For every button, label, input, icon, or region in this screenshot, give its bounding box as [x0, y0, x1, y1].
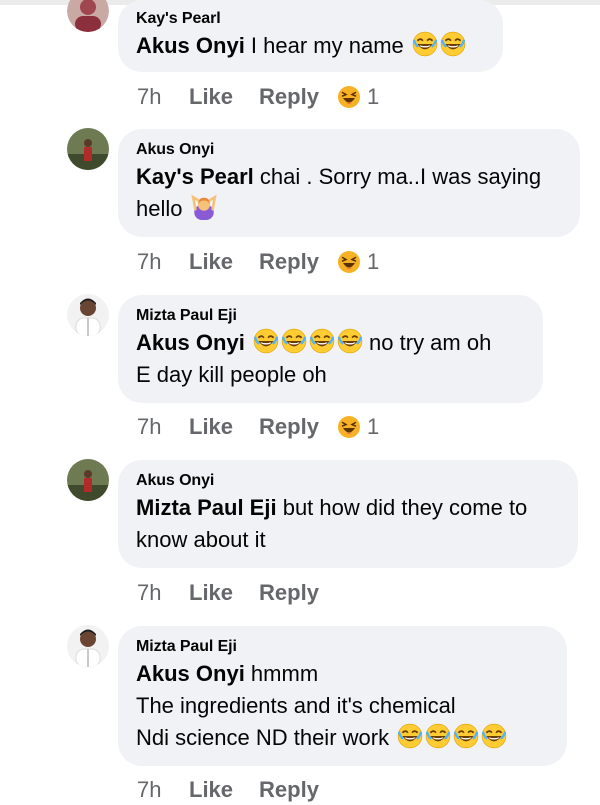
- comment-text: Akus Onyi no try am oh E day kill people …: [136, 328, 492, 387]
- comment-author[interactable]: Mizta Paul Eji: [136, 636, 549, 658]
- like-button[interactable]: Like: [189, 414, 233, 440]
- reaction-count[interactable]: 1: [337, 414, 379, 440]
- mention-link[interactable]: Kay's Pearl: [136, 164, 254, 189]
- haha-reaction-icon: [337, 415, 361, 439]
- comment-author[interactable]: Akus Onyi: [136, 470, 560, 492]
- like-button[interactable]: Like: [189, 84, 233, 110]
- comment-actions: 7h Like Reply 1: [137, 247, 379, 277]
- comment-bubble: Kay's Pearl Akus Onyi I hear my name: [118, 0, 503, 72]
- rofl-emoji-icon: [309, 328, 335, 354]
- like-button[interactable]: Like: [189, 580, 233, 606]
- reply-button[interactable]: Reply: [259, 249, 319, 275]
- reply-button[interactable]: Reply: [259, 414, 319, 440]
- comment-actions: 7h Like Reply: [137, 578, 319, 608]
- timestamp[interactable]: 7h: [137, 580, 189, 606]
- comment-bubble: Akus Onyi Kay's Pearl chai . Sorry ma..I…: [118, 129, 580, 237]
- comment-author[interactable]: Kay's Pearl: [136, 8, 485, 30]
- timestamp[interactable]: 7h: [137, 249, 189, 275]
- haha-reaction-icon: [337, 85, 361, 109]
- comment-actions: 7h Like Reply 1: [137, 412, 379, 442]
- reply-button[interactable]: Reply: [259, 84, 319, 110]
- reaction-count[interactable]: 1: [337, 249, 379, 275]
- avatar[interactable]: [67, 625, 109, 667]
- rofl-emoji-icon: [337, 328, 363, 354]
- rofl-emoji-icon: [253, 328, 279, 354]
- reaction-count[interactable]: 1: [337, 84, 379, 110]
- mention-link[interactable]: Akus Onyi: [136, 661, 245, 686]
- rofl-emoji-icon: [397, 723, 423, 749]
- comment-author[interactable]: Akus Onyi: [136, 139, 562, 161]
- timestamp[interactable]: 7h: [137, 414, 189, 440]
- avatar[interactable]: [67, 0, 109, 32]
- comment-text: Kay's Pearl chai . Sorry ma..I was sayin…: [136, 164, 542, 221]
- reply-button[interactable]: Reply: [259, 580, 319, 606]
- reply-button[interactable]: Reply: [259, 777, 319, 803]
- timestamp[interactable]: 7h: [137, 84, 189, 110]
- rofl-emoji-icon: [281, 328, 307, 354]
- comment-text: Akus Onyi hmmm The ingredients and it's c…: [136, 658, 549, 754]
- comment-bubble: Mizta Paul Eji Akus Onyi no try am oh E d…: [118, 295, 543, 403]
- avatar[interactable]: [67, 459, 109, 501]
- mention-link[interactable]: Akus Onyi: [136, 330, 245, 355]
- comment-text: Akus Onyi I hear my name: [136, 30, 485, 62]
- comment-text: Mizta Paul Eji but how did they come to k…: [136, 495, 528, 552]
- mention-link[interactable]: Akus Onyi: [136, 33, 245, 58]
- rofl-emoji-icon: [412, 31, 438, 57]
- rofl-emoji-icon: [453, 723, 479, 749]
- mention-link[interactable]: Mizta Paul Eji: [136, 495, 277, 520]
- woman-gesturing-ok-emoji-icon: [191, 194, 217, 220]
- comment-bubble: Akus Onyi Mizta Paul Eji but how did the…: [118, 460, 578, 568]
- rofl-emoji-icon: [425, 723, 451, 749]
- like-button[interactable]: Like: [189, 777, 233, 803]
- timestamp[interactable]: 7h: [137, 777, 189, 803]
- rofl-emoji-icon: [481, 723, 507, 749]
- haha-reaction-icon: [337, 250, 361, 274]
- comment-actions: 7h Like Reply 1: [137, 82, 379, 112]
- avatar[interactable]: [67, 294, 109, 336]
- avatar[interactable]: [67, 128, 109, 170]
- comment-bubble: Mizta Paul Eji Akus Onyi hmmm The ingredi…: [118, 626, 567, 766]
- rofl-emoji-icon: [440, 31, 466, 57]
- like-button[interactable]: Like: [189, 249, 233, 275]
- comment-actions: 7h Like Reply: [137, 775, 319, 805]
- comment-author[interactable]: Mizta Paul Eji: [136, 305, 525, 327]
